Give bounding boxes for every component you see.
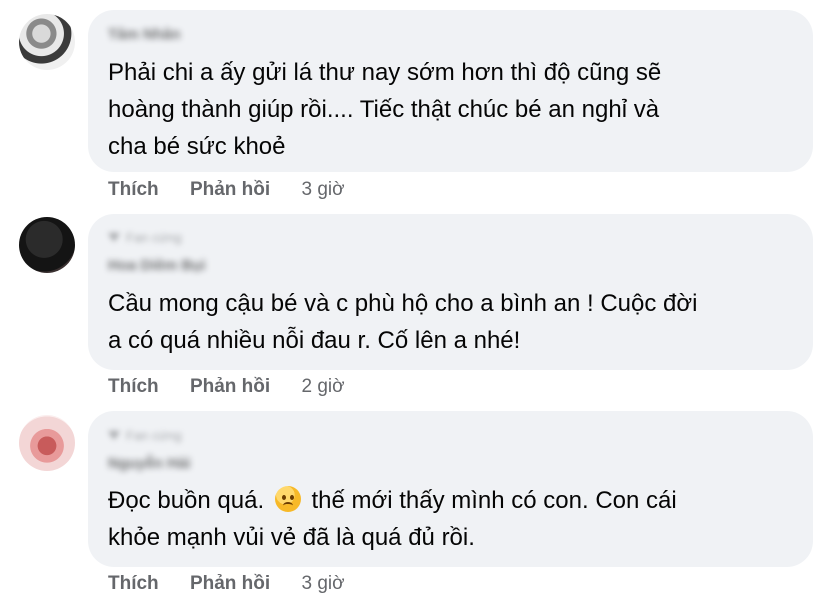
author-name[interactable]: Tâm Nhân (108, 26, 181, 43)
timestamp[interactable]: 3 giờ (301, 573, 344, 594)
avatar[interactable] (19, 14, 75, 70)
avatar[interactable] (19, 217, 75, 273)
reply-button[interactable]: Phản hồi (190, 376, 270, 397)
comment-text-line: hoàng thành giúp rồi.... Tiếc thật chúc … (108, 96, 660, 123)
badge-icon (108, 233, 120, 242)
comment-text: Cầu mong cậu bé và c phù hộ cho a bình a… (108, 285, 798, 359)
badge-label: Fan cứng (126, 230, 182, 245)
comment-text-line: khỏe mạnh vủi vẻ đã là quá đủ rồi. (108, 524, 475, 551)
author-name[interactable]: Hoa Diêm Bụi (108, 257, 206, 274)
comment-text-line: Cầu mong cậu bé và c phù hộ cho a bình a… (108, 290, 698, 317)
comment-text-line: Đọc buồn quá. thế mới thấy mình có con. … (108, 482, 798, 519)
comment-text-line: Phải chi a ấy gửi lá thư nay sớm hơn thì… (108, 59, 662, 86)
comment-text-line: cha bé sức khoẻ (108, 133, 286, 160)
comment-text-segment: Đọc buồn quá. (108, 487, 265, 514)
comment-text: Đọc buồn quá. thế mới thấy mình có con. … (108, 482, 798, 556)
reply-button[interactable]: Phản hồi (190, 179, 270, 200)
comment-text-line: a có quá nhiều nỗi đau r. Cố lên a nhé! (108, 327, 521, 354)
author-name[interactable]: Nguyễn Hải (108, 455, 191, 472)
comment-actions: Thích Phản hồi 3 giờ (108, 179, 345, 201)
comment-actions: Thích Phản hồi 3 giờ (108, 573, 345, 595)
reply-button[interactable]: Phản hồi (190, 573, 270, 594)
timestamp[interactable]: 3 giờ (301, 179, 344, 200)
sad-face-emoji-icon (274, 486, 301, 512)
comment-actions: Thích Phản hồi 2 giờ (108, 376, 345, 398)
like-button[interactable]: Thích (108, 376, 159, 397)
like-button[interactable]: Thích (108, 573, 159, 594)
like-button[interactable]: Thích (108, 179, 159, 200)
avatar[interactable] (19, 415, 75, 471)
badge-label: Fan cứng (126, 428, 182, 443)
badge-icon (108, 431, 120, 440)
comment-text: Phải chi a ấy gửi lá thư nay sớm hơn thì… (108, 54, 798, 165)
fan-badge: Fan cứng (108, 428, 182, 443)
fan-badge: Fan cứng (108, 230, 182, 245)
comment-text-segment: thế mới thấy mình có con. Con cái (311, 487, 677, 514)
timestamp[interactable]: 2 giờ (301, 376, 344, 397)
